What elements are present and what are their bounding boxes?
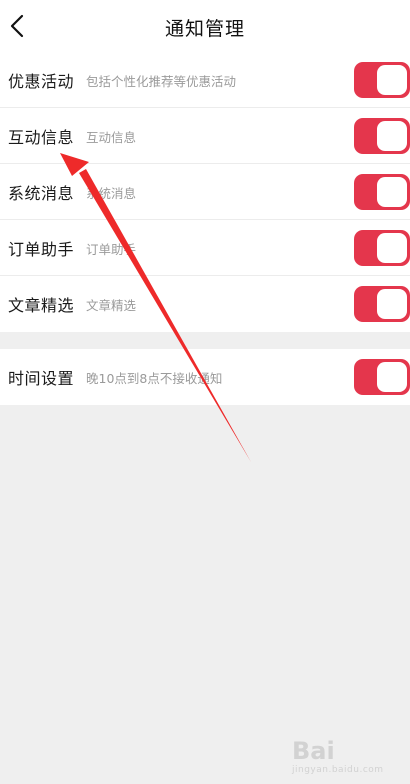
setting-label: 优惠活动: [8, 72, 75, 91]
page-title: 通知管理: [164, 18, 245, 40]
watermark-url: jingyan.baidu.com: [292, 765, 384, 775]
interactions-toggle[interactable]: [354, 118, 410, 154]
order-assistant-toggle[interactable]: [354, 230, 410, 266]
baidu-watermark: Bai jingyan.baidu.com: [292, 737, 402, 777]
setting-description: 订单助手: [86, 242, 137, 257]
toggle-knob: [377, 121, 407, 151]
system-messages-toggle[interactable]: [354, 174, 410, 210]
setting-description: 晚10点到8点不接收通知: [86, 371, 223, 386]
setting-description: 包括个性化推荐等优惠活动: [86, 74, 237, 89]
setting-row-interactions: 互动信息 互动信息: [0, 108, 410, 164]
time-setting-toggle[interactable]: [354, 359, 410, 395]
setting-row-order-assistant: 订单助手 订单助手: [0, 220, 410, 276]
setting-row-promotions: 优惠活动 包括个性化推荐等优惠活动: [0, 52, 410, 108]
toggle-knob: [377, 177, 407, 207]
setting-row-featured-articles: 文章精选 文章精选: [0, 276, 410, 332]
setting-description: 系统消息: [86, 186, 137, 201]
featured-articles-toggle[interactable]: [354, 286, 410, 322]
setting-description: 文章精选: [86, 298, 137, 313]
setting-label: 订单助手: [8, 240, 75, 259]
setting-label: 互动信息: [8, 128, 75, 147]
setting-label: 文章精选: [8, 296, 75, 315]
toggle-knob: [377, 65, 407, 95]
watermark-brand: Bai: [292, 737, 335, 765]
notification-settings-list: 优惠活动 包括个性化推荐等优惠活动 互动信息 互动信息 系统消息 系统消息 订单…: [0, 52, 410, 332]
setting-description: 互动信息: [86, 130, 137, 145]
toggle-knob: [377, 233, 407, 263]
promotions-toggle[interactable]: [354, 62, 410, 98]
setting-row-system-messages: 系统消息 系统消息: [0, 164, 410, 220]
setting-label: 时间设置: [8, 369, 75, 388]
toggle-knob: [377, 289, 407, 319]
time-settings-list: 时间设置 晚10点到8点不接收通知: [0, 349, 410, 405]
top-bar: 通知管理: [0, 0, 410, 52]
setting-row-time: 时间设置 晚10点到8点不接收通知: [0, 349, 410, 405]
setting-label: 系统消息: [8, 184, 75, 203]
toggle-knob: [377, 362, 407, 392]
